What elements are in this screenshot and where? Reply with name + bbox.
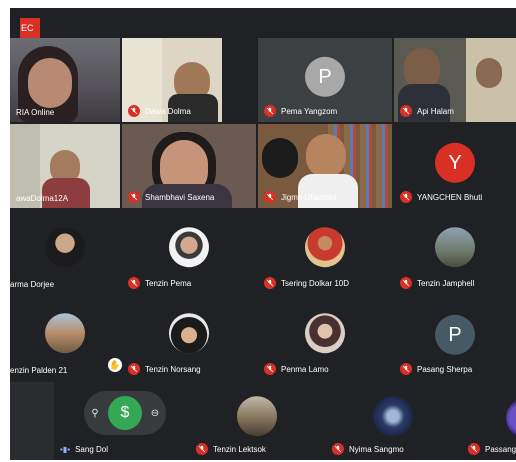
participant-tile[interactable]: Api Halam bbox=[394, 38, 516, 122]
participant-name: Nyima Sangmo bbox=[349, 444, 404, 454]
participant-label: Dawa Dolma bbox=[128, 105, 191, 117]
mic-off-icon bbox=[264, 277, 276, 289]
mic-off-icon bbox=[264, 105, 276, 117]
participant-name: Api Halam bbox=[417, 106, 454, 116]
participant-name: arma Dorjee bbox=[10, 280, 55, 289]
avatar bbox=[45, 227, 85, 268]
participant-tile[interactable]: arma Dorjee bbox=[10, 210, 120, 294]
participant-tile[interactable]: Tsering Dolkar 10D bbox=[258, 210, 392, 294]
mic-off-icon bbox=[264, 363, 276, 375]
self-view-tile[interactable] bbox=[10, 382, 54, 460]
mic-off-icon bbox=[128, 105, 140, 117]
participant-label: Tenzin Lektsok bbox=[196, 443, 266, 455]
participant-label: Nyima Sangmo bbox=[332, 443, 404, 455]
participant-name: Shambhavi Saxena bbox=[145, 192, 215, 202]
participant-label: RIA Online bbox=[16, 108, 54, 117]
participant-label: Tsering Dolkar 10D bbox=[264, 277, 349, 289]
participant-label: Api Halam bbox=[400, 105, 454, 117]
participant-label: enzin Palden 21 bbox=[10, 366, 67, 375]
participant-name: Tenzin Lektsok bbox=[213, 444, 266, 454]
mic-off-icon bbox=[332, 443, 344, 455]
participant-tile[interactable]: Tenzin Lektsok bbox=[190, 382, 324, 460]
mic-off-icon bbox=[128, 277, 140, 289]
participant-name: Dawa Dolma bbox=[145, 106, 191, 116]
participant-tile[interactable]: Jigme Dhamdol bbox=[258, 124, 392, 208]
avatar bbox=[435, 227, 475, 268]
mic-off-icon bbox=[468, 443, 480, 455]
mic-off-icon bbox=[400, 105, 412, 117]
avatar: Y bbox=[435, 142, 475, 183]
participant-name: awaDolma12A bbox=[16, 194, 69, 203]
pin-icon[interactable]: ⚲ bbox=[86, 404, 104, 422]
self-view-controls: ⚲ $ ⊖ bbox=[84, 391, 166, 435]
participant-name: Jigme Dhamdol bbox=[281, 192, 337, 202]
mic-off-icon bbox=[196, 443, 208, 455]
participant-tile[interactable]: Passang D bbox=[462, 382, 516, 460]
mic-off-icon bbox=[400, 363, 412, 375]
participant-name: YANGCHEN Bhuti bbox=[417, 192, 483, 202]
participant-tile[interactable]: awaDolma12A bbox=[10, 124, 120, 208]
self-label: ▪▮▪ Sang Dol bbox=[60, 445, 108, 454]
avatar bbox=[45, 313, 85, 354]
participant-name: Pema Yangzom bbox=[281, 106, 338, 116]
participant-name: Passang D bbox=[485, 444, 516, 454]
mic-off-icon bbox=[400, 191, 412, 203]
raised-hand-icon: ✋ bbox=[108, 358, 122, 372]
participant-name: Tenzin Norsang bbox=[145, 364, 201, 374]
participant-tile[interactable]: P Pema Yangzom bbox=[258, 38, 392, 122]
participant-label: Tenzin Norsang bbox=[128, 363, 201, 375]
participant-tile[interactable]: Y YANGCHEN Bhuti bbox=[394, 124, 516, 208]
recording-badge: EC bbox=[20, 18, 40, 38]
participant-tile[interactable]: enzin Palden 21 bbox=[10, 296, 120, 380]
participant-tile[interactable]: P Pasang Sherpa bbox=[394, 296, 516, 380]
participant-tile[interactable]: Tenzin Jamphell bbox=[394, 210, 516, 294]
participant-name: Tsering Dolkar 10D bbox=[281, 278, 350, 288]
participant-label: Tenzin Jamphell bbox=[400, 277, 474, 289]
participant-name: RIA Online bbox=[16, 108, 55, 117]
avatar bbox=[305, 313, 345, 354]
participant-label: Pasang Sherpa bbox=[400, 363, 472, 375]
mic-off-icon bbox=[128, 363, 140, 375]
participant-label: awaDolma12A bbox=[16, 194, 68, 203]
participant-name: Penma Lamo bbox=[281, 364, 329, 374]
participant-tile[interactable]: Tenzin Pema bbox=[122, 210, 256, 294]
mic-off-icon bbox=[400, 277, 412, 289]
participant-tile[interactable]: Penma Lamo bbox=[258, 296, 392, 380]
participant-label: YANGCHEN Bhuti bbox=[400, 191, 482, 203]
participant-label: arma Dorjee bbox=[10, 280, 54, 289]
mic-off-icon bbox=[128, 191, 140, 203]
audio-level-icon: ▪▮▪ bbox=[60, 445, 71, 454]
participant-label: Passang D bbox=[468, 443, 516, 455]
participant-label: Shambhavi Saxena bbox=[128, 191, 214, 203]
participant-label: Tenzin Pema bbox=[128, 277, 191, 289]
avatar bbox=[373, 396, 413, 437]
participant-tile[interactable]: Tenzin Norsang bbox=[122, 296, 256, 380]
participant-name: Tenzin Pema bbox=[145, 278, 192, 288]
avatar bbox=[506, 398, 516, 438]
mic-off-icon bbox=[264, 191, 276, 203]
participant-name: Pasang Sherpa bbox=[417, 364, 473, 374]
meeting-grid: EC RIA Online Dawa Dolma P Pema Yangzom bbox=[10, 8, 516, 460]
participant-label: Pema Yangzom bbox=[264, 105, 337, 117]
participant-tile[interactable]: RIA Online bbox=[10, 38, 120, 122]
participant-tile[interactable]: Nyima Sangmo bbox=[326, 382, 460, 460]
avatar bbox=[169, 227, 209, 268]
self-name: Sang Dol bbox=[75, 445, 108, 454]
participant-tile[interactable]: Shambhavi Saxena bbox=[122, 124, 256, 208]
participant-tile[interactable]: Dawa Dolma bbox=[122, 38, 222, 122]
participant-name: enzin Palden 21 bbox=[10, 366, 68, 375]
mic-active-icon[interactable]: $ bbox=[108, 396, 142, 430]
avatar bbox=[237, 396, 277, 437]
participant-label: Penma Lamo bbox=[264, 363, 329, 375]
more-options-icon[interactable]: ⊖ bbox=[146, 404, 164, 422]
participant-label: Jigme Dhamdol bbox=[264, 191, 337, 203]
participant-name: Tenzin Jamphell bbox=[417, 278, 475, 288]
avatar bbox=[169, 313, 209, 354]
avatar: P bbox=[305, 56, 345, 97]
avatar: P bbox=[435, 314, 475, 355]
avatar bbox=[305, 227, 345, 268]
